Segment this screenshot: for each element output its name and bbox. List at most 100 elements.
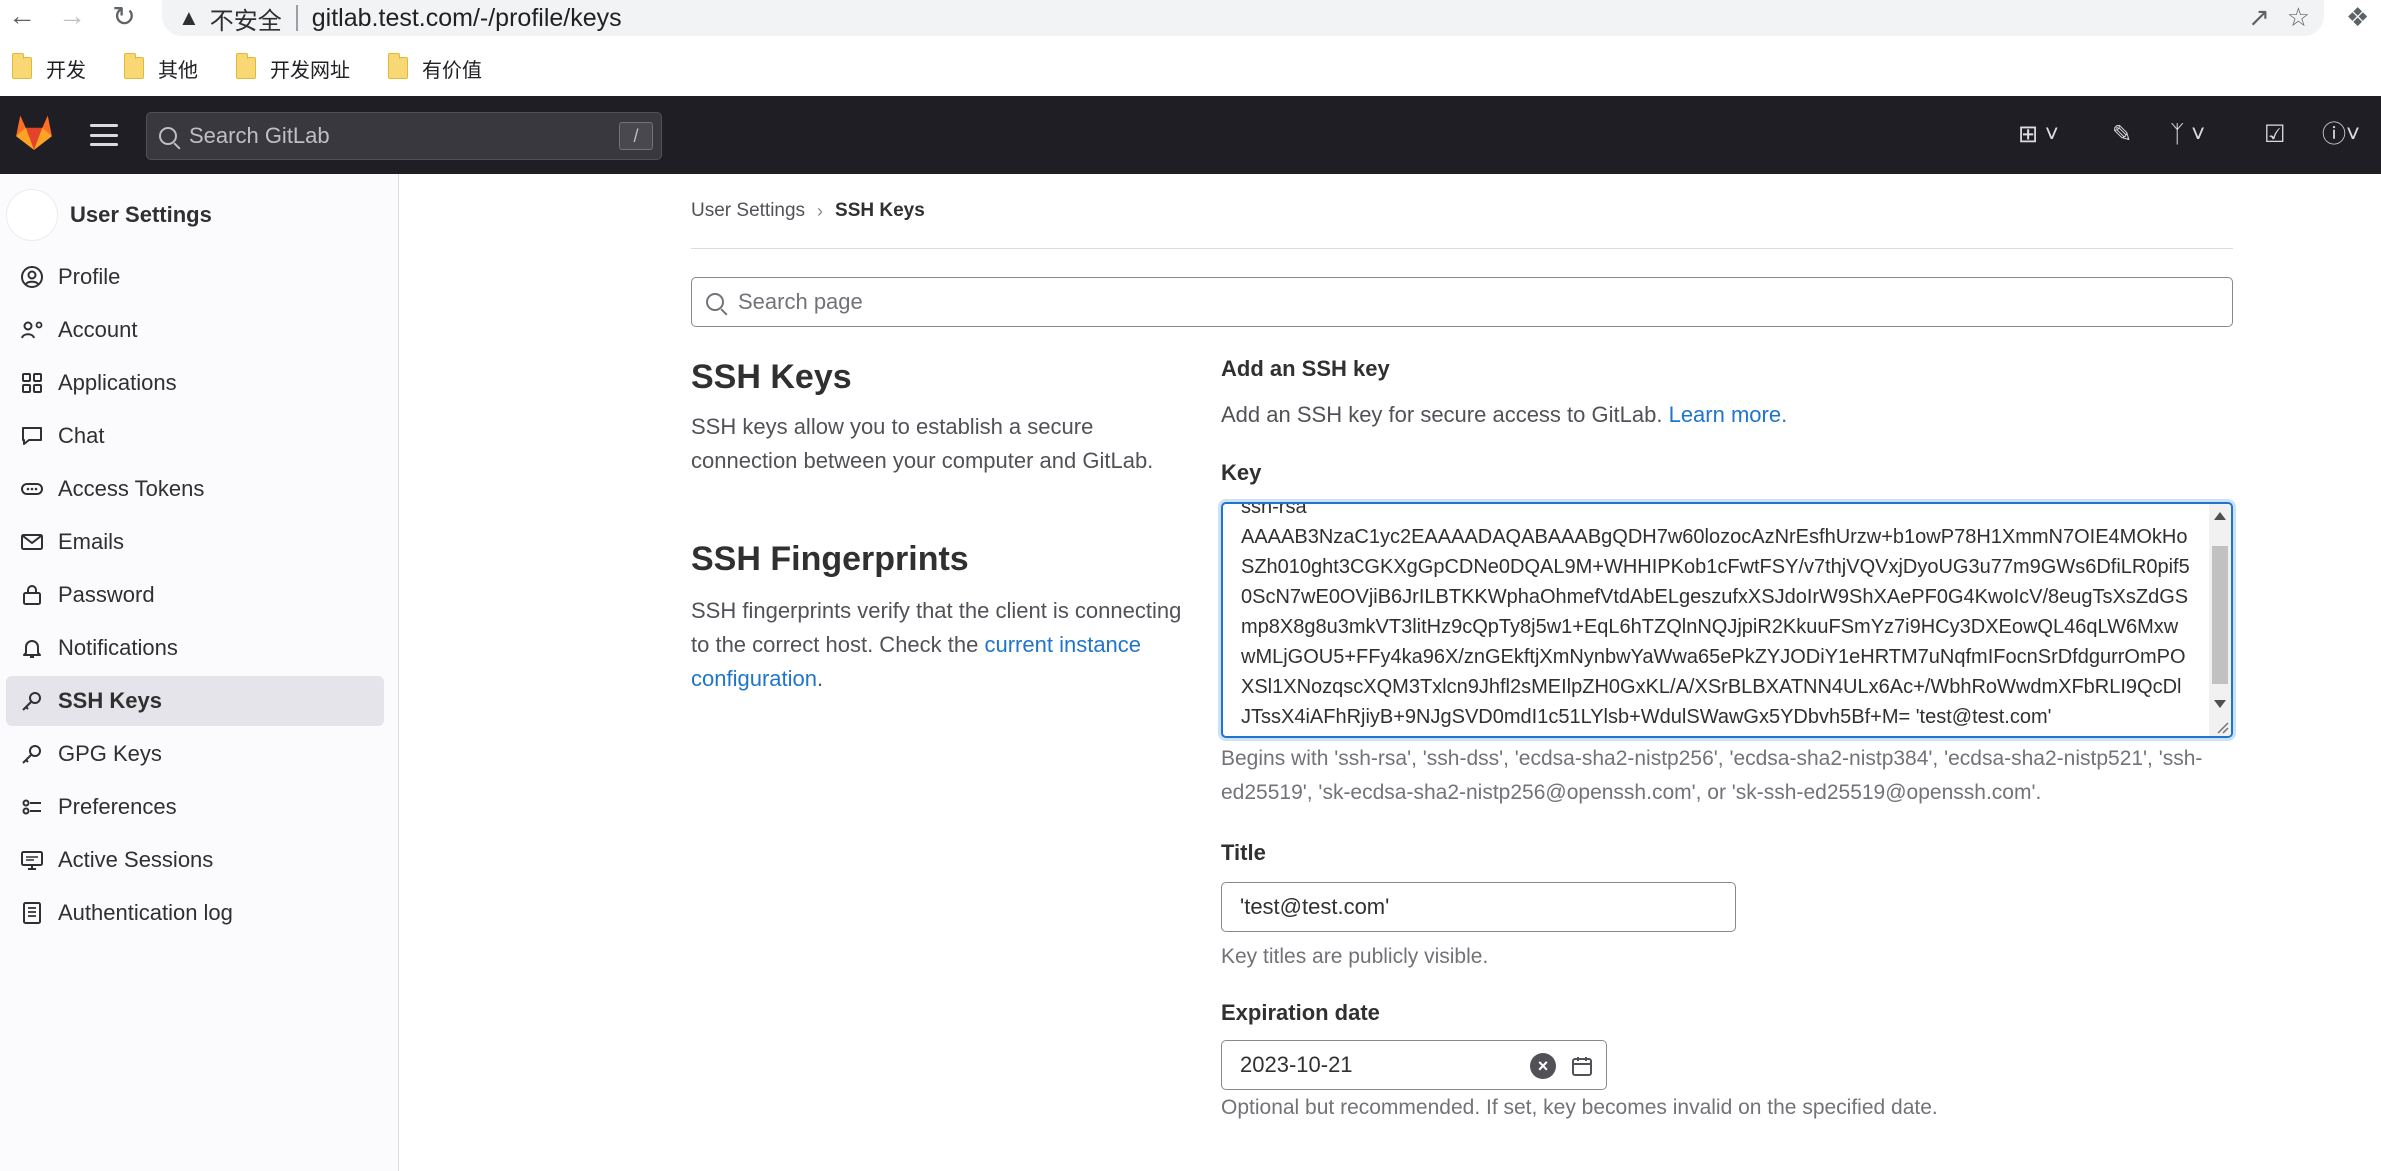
bookmark-folder[interactable]: 开发网址 xyxy=(236,53,350,83)
key-textarea[interactable]: ssh-rsa AAAAB3NzaC1yc2EAAAADAQABAAABgQDH… xyxy=(1221,502,2233,738)
scrollbar[interactable] xyxy=(2209,504,2231,736)
sidebar-item-label: Password xyxy=(58,582,155,607)
search-placeholder: Search GitLab xyxy=(189,123,330,148)
gitlab-search-input[interactable]: Search GitLab / xyxy=(146,112,662,160)
issues-icon[interactable]: ✎ xyxy=(2112,120,2132,150)
sidebar-item-access-tokens[interactable]: Access Tokens xyxy=(6,464,384,514)
resize-handle-icon[interactable] xyxy=(2215,720,2229,734)
sidebar-item-preferences[interactable]: Preferences xyxy=(6,782,384,832)
merge-requests-icon[interactable]: ᛉ ˅ xyxy=(2170,120,2205,150)
key-icon xyxy=(18,687,46,715)
title-help-text: Key titles are publicly visible. xyxy=(1221,945,1489,968)
bookmark-folder[interactable]: 有价值 xyxy=(388,53,482,83)
sidebar-item-label: Access Tokens xyxy=(58,476,205,501)
sidebar-item-label: Preferences xyxy=(58,794,177,819)
folder-icon xyxy=(12,53,32,79)
share-icon[interactable]: ↗ xyxy=(2248,2,2270,33)
bookmark-label: 其他 xyxy=(158,59,198,82)
create-new-icon[interactable]: ⊞ ˅ xyxy=(2018,120,2059,150)
sidebar-item-notifications[interactable]: Notifications xyxy=(6,623,384,673)
forward-icon[interactable]: → xyxy=(52,0,92,32)
title-value: 'test@test.com' xyxy=(1240,894,1390,919)
sidebar-item-emails[interactable]: Emails xyxy=(6,517,384,567)
preferences-icon xyxy=(18,793,46,821)
gitlab-header: Search GitLab / ⊞ ˅ ✎ ᛉ ˅ ☑ ⓘ˅ xyxy=(0,96,2381,174)
extensions-icon[interactable]: ❖ xyxy=(2346,2,2369,33)
sidebar-item-applications[interactable]: Applications xyxy=(6,358,384,408)
url-text[interactable]: gitlab.test.com/-/profile/keys xyxy=(312,4,622,33)
menu-icon[interactable] xyxy=(90,124,118,146)
log-icon xyxy=(18,899,46,927)
sidebar-title: User Settings xyxy=(70,202,212,227)
gitlab-logo-icon[interactable] xyxy=(12,110,56,154)
sidebar-item-password[interactable]: Password xyxy=(6,570,384,620)
bookmark-label: 开发 xyxy=(46,59,86,82)
todo-icon[interactable]: ☑ xyxy=(2264,120,2286,150)
scroll-thumb[interactable] xyxy=(2212,546,2228,684)
page-search-input[interactable]: Search page xyxy=(691,277,2233,327)
sidebar-item-profile[interactable]: Profile xyxy=(6,252,384,302)
breadcrumb-current[interactable]: SSH Keys xyxy=(835,200,925,222)
scroll-up-icon[interactable] xyxy=(2214,512,2226,520)
key-icon xyxy=(18,740,46,768)
folder-icon xyxy=(388,53,408,79)
sidebar-item-authentication-log[interactable]: Authentication log xyxy=(6,888,384,938)
address-bar[interactable]: ▲ 不安全 gitlab.test.com/-/profile/keys ↗ ☆ xyxy=(162,0,2324,36)
sidebar-item-label: Account xyxy=(58,317,138,342)
star-icon[interactable]: ☆ xyxy=(2287,2,2310,33)
key-help-text: Begins with 'ssh-rsa', 'ssh-dss', 'ecdsa… xyxy=(1221,747,2203,804)
sidebar-header[interactable]: User Settings xyxy=(6,189,212,241)
calendar-icon[interactable] xyxy=(1570,1054,1594,1078)
form-heading: Add an SSH key xyxy=(1221,356,1390,381)
title-input[interactable]: 'test@test.com' xyxy=(1221,882,1736,932)
chevron-right-icon: › xyxy=(817,200,824,221)
key-label: Key xyxy=(1221,460,1262,485)
folder-icon xyxy=(236,53,256,79)
folder-icon xyxy=(124,53,144,79)
clear-icon[interactable]: × xyxy=(1530,1053,1556,1079)
bookmarks-bar: 开发 其他 开发网址 有价值 xyxy=(0,48,2381,88)
learn-more-link[interactable]: Learn more. xyxy=(1669,402,1788,427)
ssh-fingerprints-title: SSH Fingerprints xyxy=(691,540,969,578)
back-icon[interactable]: ← xyxy=(2,0,42,32)
bookmark-label: 有价值 xyxy=(422,59,482,82)
sidebar-item-label: GPG Keys xyxy=(58,741,162,766)
sidebar-item-ssh-keys[interactable]: SSH Keys xyxy=(6,676,384,726)
ssh-keys-description: SSH keys allow you to establish a secure… xyxy=(691,414,1154,473)
help-icon[interactable]: ⓘ˅ xyxy=(2322,120,2360,150)
sidebar-item-gpg-keys[interactable]: GPG Keys xyxy=(6,729,384,779)
form-intro: Add an SSH key for secure access to GitL… xyxy=(1221,402,1787,428)
fingerprints-suffix: . xyxy=(816,666,824,691)
search-icon xyxy=(159,127,177,145)
sidebar-item-label: Profile xyxy=(58,264,121,289)
scroll-down-icon[interactable] xyxy=(2214,700,2226,708)
ssh-keys-title: SSH Keys xyxy=(691,358,852,396)
search-icon xyxy=(706,293,724,311)
warning-icon: ▲ xyxy=(178,5,200,30)
avatar xyxy=(6,189,58,241)
account-icon xyxy=(18,316,46,344)
sidebar-item-label: Active Sessions xyxy=(58,847,214,872)
sidebar-item-chat[interactable]: Chat xyxy=(6,411,384,461)
bookmark-folder[interactable]: 开发 xyxy=(12,53,86,83)
reload-icon[interactable]: ↻ xyxy=(104,0,144,32)
monitor-icon xyxy=(18,846,46,874)
sidebar-item-active-sessions[interactable]: Active Sessions xyxy=(6,835,384,885)
expiration-value: 2023-10-21 xyxy=(1240,1052,1353,1077)
profile-icon xyxy=(18,263,46,291)
sidebar-item-label: SSH Keys xyxy=(58,688,162,713)
sidebar-item-label: Notifications xyxy=(58,635,178,660)
mail-icon xyxy=(18,528,46,556)
expiration-help-text: Optional but recommended. If set, key be… xyxy=(1221,1096,1938,1119)
sidebar-item-label: Authentication log xyxy=(58,900,233,925)
sidebar-item-account[interactable]: Account xyxy=(6,305,384,355)
breadcrumb-parent[interactable]: User Settings xyxy=(691,200,805,222)
expiration-date-input[interactable]: 2023-10-21 × xyxy=(1221,1040,1607,1090)
browser-toolbar: ← → ↻ ▲ 不安全 gitlab.test.com/-/profile/ke… xyxy=(0,0,2381,36)
search-placeholder: Search page xyxy=(738,289,863,314)
bell-icon xyxy=(18,634,46,662)
lock-icon xyxy=(18,581,46,609)
token-icon xyxy=(18,475,46,503)
bookmark-folder[interactable]: 其他 xyxy=(124,53,198,83)
expiration-label: Expiration date xyxy=(1221,1000,1380,1025)
